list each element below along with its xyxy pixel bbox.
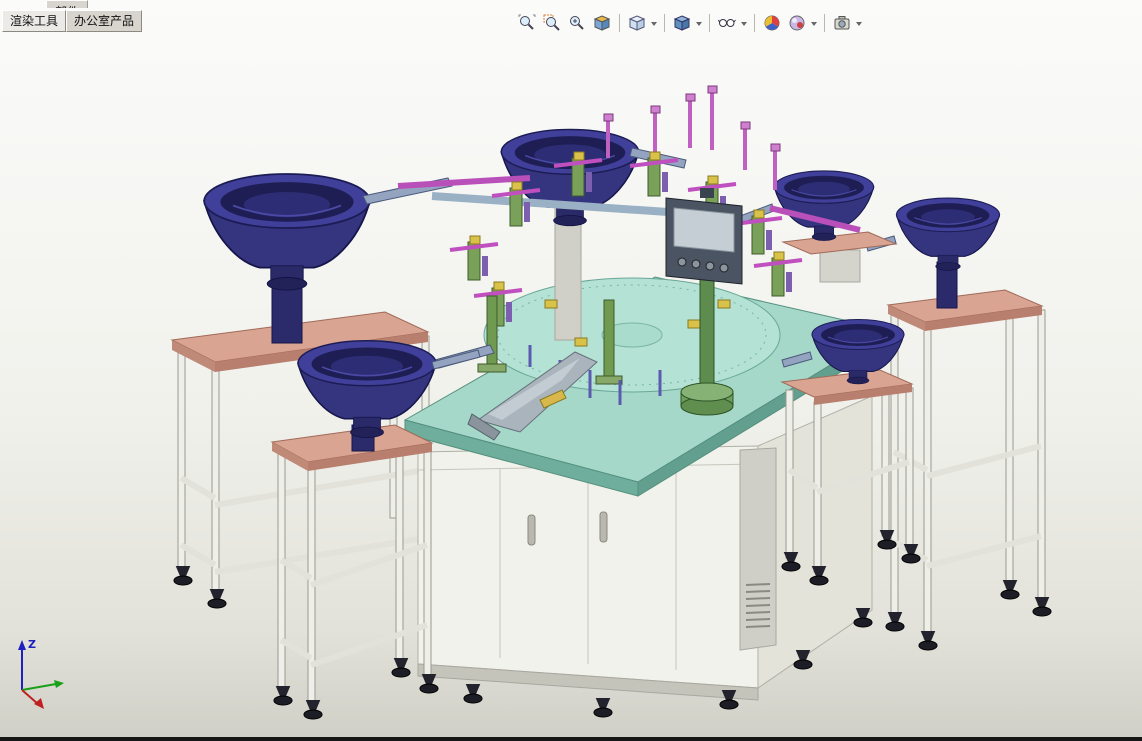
chevron-down-icon[interactable]	[651, 21, 657, 29]
panel-button[interactable]	[705, 261, 715, 271]
toolbar-separator	[664, 14, 665, 32]
panel-button[interactable]	[691, 259, 701, 269]
tab-office-products[interactable]: 办公室产品	[66, 10, 143, 32]
hide-show-items-icon[interactable]	[716, 12, 738, 34]
orientation-triad: Z	[18, 638, 64, 709]
toolbar-separator	[709, 14, 710, 32]
clipped-toolbar-fragment: 部件	[46, 0, 89, 8]
panel-button[interactable]	[677, 257, 687, 267]
view-orientation-icon[interactable]	[626, 12, 648, 34]
hmi-screen[interactable]	[673, 207, 735, 253]
z-axis-label: Z	[28, 638, 36, 651]
toolbar-separator	[619, 14, 620, 32]
document-tabs: 渲染工具 办公室产品	[2, 10, 143, 32]
toolbar-separator	[754, 14, 755, 32]
view-settings-icon[interactable]	[831, 12, 853, 34]
chevron-down-icon[interactable]	[741, 21, 747, 29]
zoom-to-area-icon[interactable]	[541, 12, 563, 34]
zoom-in-out-icon[interactable]	[566, 12, 588, 34]
clipped-tab: 部件	[46, 0, 89, 8]
panel-button[interactable]	[719, 263, 729, 273]
chevron-down-icon[interactable]	[856, 21, 862, 29]
apply-scene-icon[interactable]	[786, 12, 808, 34]
heads-up-view-toolbar	[516, 12, 863, 34]
display-style-icon[interactable]	[671, 12, 693, 34]
section-view-icon[interactable]	[591, 12, 613, 34]
y-axis-arrow	[54, 680, 64, 688]
x-axis-arrow	[34, 698, 44, 709]
tab-render-tools[interactable]: 渲染工具	[2, 10, 67, 32]
bowl-feeder-right-far[interactable]	[865, 197, 1001, 309]
bowl-feeder-left-big[interactable]	[203, 173, 453, 344]
z-axis-arrow	[18, 640, 26, 650]
chevron-down-icon[interactable]	[811, 21, 817, 29]
door-handle[interactable]	[527, 514, 536, 546]
edit-appearance-icon[interactable]	[761, 12, 783, 34]
chevron-down-icon[interactable]	[696, 21, 702, 29]
bottom-border-bar	[0, 737, 1142, 741]
door-handle[interactable]	[599, 511, 608, 543]
toolbar-separator	[824, 14, 825, 32]
viewport-3d[interactable]	[0, 0, 1142, 741]
zoom-to-fit-icon[interactable]	[516, 12, 538, 34]
